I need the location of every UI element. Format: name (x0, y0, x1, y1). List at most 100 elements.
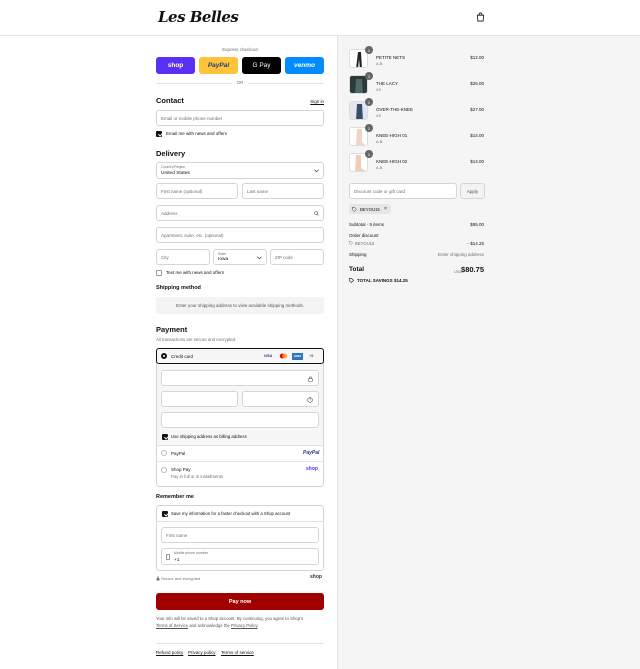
savings-value: $14.25 (393, 278, 408, 283)
search-icon (314, 211, 319, 216)
lock-icon (156, 576, 160, 581)
country-select[interactable]: Country/Region United States (156, 162, 324, 179)
text-offers-checkbox[interactable] (156, 270, 162, 276)
zip-placeholder: ZIP code (275, 255, 293, 260)
remember-first-name-field[interactable]: First name (161, 527, 319, 543)
product-variant: XS (376, 88, 382, 92)
city-field[interactable]: City (156, 249, 210, 265)
apply-button[interactable]: Apply (460, 183, 485, 199)
amex-icon: AMEX (292, 353, 303, 360)
name-on-card-field[interactable] (161, 412, 319, 428)
footer-divider (156, 643, 324, 644)
credit-card-radio[interactable] (161, 353, 167, 359)
legal-line: Your info will be saved to a Shop accoun… (156, 616, 304, 621)
paypal-radio[interactable] (161, 450, 167, 456)
save-info-label: Save my information for a faster checkou… (171, 511, 291, 516)
product-price: $14.00 (470, 159, 484, 164)
paypal-button[interactable]: PayPal (199, 57, 238, 74)
refund-policy-link[interactable]: Refund policy (156, 650, 183, 655)
card-number-field[interactable] (161, 370, 319, 386)
text-offers-label: Text me with news and offers (166, 270, 224, 275)
email-field[interactable]: Email or mobile phone number (156, 110, 324, 126)
legal-end: . (257, 623, 259, 628)
shipping-label: Shipping (349, 252, 367, 257)
phone-prefix: +1 (174, 558, 180, 563)
or-label: OR (236, 80, 244, 85)
remove-discount-icon[interactable]: × (384, 206, 387, 212)
shop-pay-radio[interactable] (161, 467, 167, 473)
tag-icon (352, 206, 357, 212)
applied-discount-chip: BEYOU15 × (349, 204, 391, 214)
venmo-button[interactable]: venmo (285, 57, 324, 74)
mobile-phone-field[interactable]: Mobile phone number +1 (161, 548, 319, 565)
chevron-down-icon (257, 256, 262, 260)
apartment-field[interactable]: Apartment, suite, etc. (optional) (156, 227, 324, 243)
sign-in-link[interactable]: Sign in (310, 99, 324, 104)
quantity-badge: 1 (365, 150, 373, 158)
phone-icon (166, 554, 170, 560)
visa-icon: VISA (264, 354, 273, 358)
product-name: THE LACY (376, 81, 399, 86)
privacy-policy-link[interactable]: Privacy Policy (231, 623, 257, 628)
order-discount-label: Order discount (349, 233, 379, 238)
zip-field[interactable]: ZIP code (270, 249, 324, 265)
privacy-policy-footer-link[interactable]: Privacy policy (188, 650, 216, 655)
shipping-notice: Enter your shipping address to view avai… (156, 297, 324, 314)
or-divider: OR (156, 80, 324, 85)
discount-code: BEYOU15 (355, 241, 375, 246)
state-label: State (218, 252, 227, 256)
google-pay-button[interactable]: G Pay (242, 57, 281, 74)
remember-first-name-placeholder: First name (166, 533, 188, 538)
help-icon[interactable] (307, 397, 313, 403)
savings-label: TOTAL SAVINGS (357, 278, 393, 283)
billing-same-label: Use shipping address as billing address (171, 434, 247, 439)
brand-logo[interactable]: Les Belles (158, 8, 239, 26)
paypal-option-label[interactable]: PayPal (171, 451, 185, 456)
order-summary-panel (337, 36, 640, 669)
divider (157, 445, 323, 446)
shopping-bag-icon[interactable] (476, 12, 485, 22)
lock-icon (308, 376, 313, 382)
terms-of-service-footer-link[interactable]: Terms of service (221, 650, 254, 655)
tag-icon (349, 278, 354, 283)
mobile-phone-label: Mobile phone number (174, 551, 208, 555)
billing-same-checkbox[interactable] (162, 434, 168, 440)
discount-code-field[interactable]: Discount code or gift card (349, 183, 457, 199)
total-savings: TOTAL SAVINGS $14.25 (357, 278, 408, 283)
quantity-badge: 1 (365, 46, 373, 54)
shop-pay-logo: shop (306, 466, 318, 472)
first-name-field[interactable]: First name (optional) (156, 183, 238, 199)
discount-value: - $14.25 (467, 241, 484, 246)
product-price: $14.00 (470, 133, 484, 138)
shop-pay-button[interactable]: shop (156, 57, 195, 74)
address-field[interactable]: Address (156, 205, 324, 221)
credit-card-label: Credit card (171, 354, 194, 359)
shop-logo: shop (310, 574, 322, 580)
product-price: $26.00 (470, 81, 484, 86)
pay-now-button[interactable]: Pay now (156, 593, 324, 610)
quantity-badge: 1 (365, 72, 373, 80)
apartment-placeholder: Apartment, suite, etc. (optional) (161, 233, 224, 238)
quantity-badge: 1 (365, 98, 373, 106)
express-checkout-label: Express checkout (222, 47, 258, 52)
last-name-field[interactable]: Last name (242, 183, 324, 199)
delivery-heading: Delivery (156, 149, 186, 158)
shipping-method-heading: Shipping method (156, 285, 201, 291)
shop-pay-option-label[interactable]: Shop Pay (171, 467, 191, 472)
newsletter-checkbox[interactable] (156, 131, 162, 137)
country-label: Country/Region (161, 165, 186, 169)
expiration-field[interactable] (161, 391, 238, 407)
product-variant: A-B (376, 62, 383, 66)
security-code-field[interactable] (242, 391, 319, 407)
last-name-placeholder: Last name (247, 189, 269, 194)
subtotal-label: Subtotal · 5 items (349, 222, 385, 227)
payment-heading: Payment (156, 325, 188, 334)
secure-label: Secure and encrypted (161, 576, 201, 581)
quantity-badge: 1 (365, 124, 373, 132)
save-info-checkbox[interactable] (162, 511, 168, 517)
state-select[interactable]: State Iowa (213, 249, 267, 265)
credit-card-option[interactable]: Credit card VISA AMEX +5 (156, 348, 324, 364)
terms-of-service-link[interactable]: Terms of Service (156, 623, 188, 628)
contact-heading: Contact (156, 96, 184, 105)
first-name-placeholder: First name (optional) (161, 189, 203, 194)
